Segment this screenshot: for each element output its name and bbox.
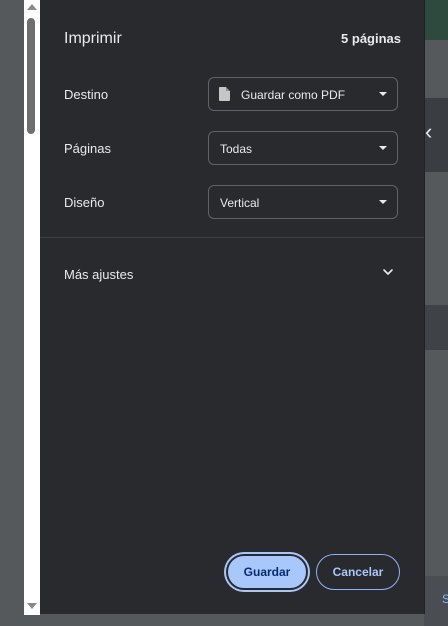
print-dialog: Imprimir 5 páginas Destino Guardar como … [40,0,425,614]
destination-value: Guardar como PDF [241,88,346,102]
dropdown-caret-icon [379,146,387,150]
page-count: 5 páginas [341,31,401,46]
chevron-left-icon: ‹ [425,119,433,144]
cancel-button[interactable]: Cancelar [316,554,400,590]
pages-value: Todas [220,142,253,156]
layout-label: Diseño [64,195,105,210]
layout-value: Vertical [220,196,260,210]
more-settings-label: Más ajustes [64,267,134,282]
background-edge-letter: S [442,592,448,606]
layout-select[interactable]: Vertical [208,185,398,219]
scrollbar-thumb[interactable] [27,18,35,134]
divider [40,237,424,238]
background-panel-edge [424,305,448,350]
scroll-up-icon[interactable] [27,4,37,10]
save-button[interactable]: Guardar [226,554,308,590]
pages-label: Páginas [64,141,111,156]
destination-select[interactable]: Guardar como PDF [208,77,398,111]
pages-select[interactable]: Todas [208,131,398,165]
destination-label: Destino [64,87,109,102]
document-icon [219,87,230,101]
scroll-down-icon[interactable] [27,603,37,609]
dialog-title: Imprimir [64,30,122,47]
chevron-down-icon [383,269,393,275]
dropdown-caret-icon [379,92,387,96]
dropdown-caret-icon [379,200,387,204]
more-settings-toggle[interactable]: Más ajustes [40,256,424,292]
